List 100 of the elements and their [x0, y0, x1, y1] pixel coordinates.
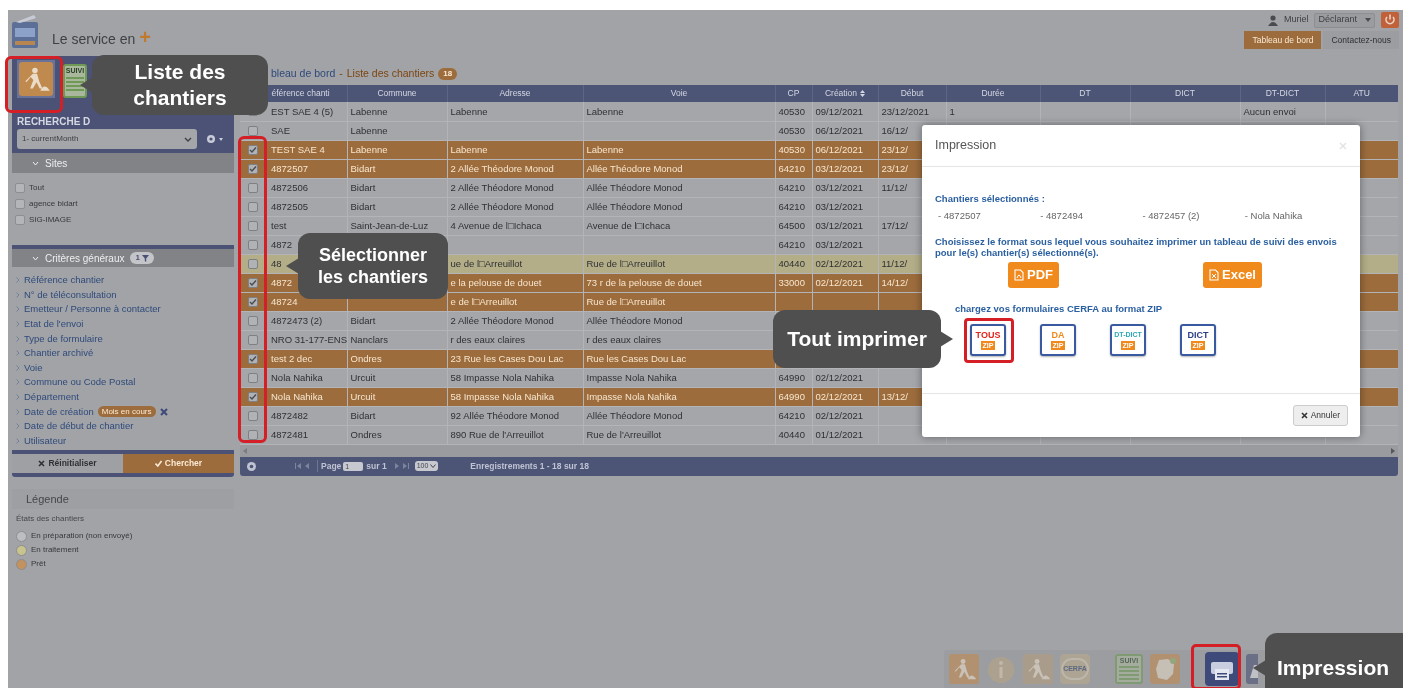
- settings-icon[interactable]: [205, 133, 225, 145]
- nav-tab[interactable]: Tableau de bord: [1244, 31, 1322, 49]
- highlight-frame: [5, 56, 63, 113]
- table-cell: 48724: [271, 296, 298, 307]
- role-select[interactable]: Déclarant: [1314, 12, 1375, 28]
- table-cell: 03/12/2021: [815, 201, 864, 212]
- table-cell: 11/12/: [881, 258, 908, 269]
- checkbox[interactable]: [248, 239, 258, 250]
- criteria-link[interactable]: N° de téléconsultation: [24, 287, 117, 302]
- search-button[interactable]: Chercher: [123, 454, 234, 473]
- table-cell: 33000: [778, 277, 805, 288]
- criteria-link[interactable]: Etat de l'envoi: [24, 316, 84, 332]
- criteria-link[interactable]: Date de début de chantier: [24, 419, 134, 434]
- table-cell: Aucun envoi: [1243, 105, 1296, 117]
- table-row[interactable]: EST SAE 4 (5) Labenne Labenne Labenne 40530 09/12/2021 23/12/2021 1 Aucun envoi: [240, 102, 1398, 121]
- table-cell: 64210: [778, 201, 805, 212]
- criteria-link[interactable]: Emetteur / Personne à contacter: [24, 302, 161, 317]
- table-cell: 03/12/2021: [815, 182, 864, 193]
- page-label: Page: [317, 459, 342, 473]
- table-cell: 2 Allée Théodore Monod: [450, 182, 554, 193]
- worker-icon[interactable]: [19, 62, 53, 96]
- table-cell: Bidart: [350, 163, 376, 174]
- table-cell: r des eaux claires: [586, 334, 661, 345]
- criteria-tag: Mois en cours: [97, 406, 156, 418]
- power-icon[interactable]: [1381, 12, 1399, 28]
- filter-icon: [141, 254, 149, 262]
- last-page-icon[interactable]: [392, 463, 409, 469]
- map-icon[interactable]: [1150, 654, 1180, 684]
- checkbox[interactable]: [248, 392, 258, 402]
- checkbox[interactable]: [248, 297, 258, 307]
- table-cell: 64210: [778, 182, 805, 193]
- close-icon[interactable]: [159, 407, 168, 416]
- checkbox[interactable]: [248, 315, 258, 326]
- table-cell: e la pelouse de douet: [450, 277, 542, 288]
- site-label: Tout: [29, 182, 45, 194]
- file-icon: [1209, 268, 1219, 281]
- checkbox[interactable]: [248, 334, 258, 345]
- check-icon: [154, 460, 162, 467]
- table-cell: Allée Théodore Monod: [586, 410, 683, 421]
- info-icon[interactable]: [986, 654, 1016, 684]
- table-cell: e de l□Arreuillot: [450, 296, 517, 307]
- first-page-icon[interactable]: [295, 463, 311, 469]
- table-cell: 03/12/2021: [815, 163, 864, 174]
- add-worker-icon[interactable]: [949, 654, 979, 684]
- table-cell: 4872482: [271, 410, 308, 421]
- checkbox[interactable]: [248, 164, 258, 174]
- criteria-link[interactable]: Date de création: [24, 404, 94, 419]
- table-cell: 890 Rue de l'Arreuillot: [450, 429, 544, 440]
- checkbox[interactable]: [248, 182, 258, 193]
- callout-pointer: [80, 77, 93, 93]
- table-cell: 4872: [271, 239, 293, 250]
- checkbox[interactable]: [248, 220, 258, 231]
- table-cell: r des eaux claires: [450, 334, 525, 345]
- table-cell: Allée Théodore Monod: [586, 182, 683, 193]
- scroll-right-icon[interactable]: [1391, 447, 1395, 454]
- nav-tab[interactable]: Contactez-nous: [1323, 31, 1399, 49]
- table-cell: 64990: [778, 391, 805, 402]
- table-cell: Bidart: [350, 315, 376, 326]
- checkbox[interactable]: [248, 125, 258, 136]
- checkbox[interactable]: [248, 410, 258, 421]
- criteria-link[interactable]: Utilisateur: [24, 433, 67, 448]
- checkbox[interactable]: [248, 258, 258, 269]
- table-cell: 58 Impasse Nola Nahika: [450, 391, 554, 402]
- filter-select[interactable]: 1- currentMonth: [17, 129, 197, 149]
- criteria-link[interactable]: Voie: [24, 360, 43, 375]
- criteria-link[interactable]: Référence chantier: [24, 273, 105, 288]
- checkbox[interactable]: [248, 372, 258, 383]
- chevron-down-icon: [32, 160, 39, 166]
- breadcrumb-link[interactable]: bleau de bord: [271, 65, 336, 82]
- criteria-link[interactable]: Commune ou Code Postal: [24, 375, 136, 390]
- checkbox[interactable]: [15, 215, 25, 225]
- table-cell: TEST SAE 4: [271, 144, 325, 155]
- checkbox[interactable]: [248, 278, 258, 288]
- table-cell: Nanclars: [350, 334, 388, 345]
- legend-label: En préparation (non envoyé): [31, 530, 133, 542]
- checkbox[interactable]: [248, 145, 258, 155]
- table-cell: 40530: [778, 125, 805, 136]
- checkbox[interactable]: [248, 201, 258, 212]
- checkbox[interactable]: [15, 199, 25, 209]
- criteria-link[interactable]: Chantier archivé: [24, 346, 94, 361]
- table-cell: 73 r de la pelouse de douet: [586, 277, 702, 288]
- criteria-link[interactable]: Type de formulaire: [24, 331, 103, 346]
- criteria-link[interactable]: Département: [24, 389, 79, 405]
- checkbox[interactable]: [248, 429, 258, 440]
- sort-icon: [860, 90, 866, 98]
- table-cell: 4872481: [271, 429, 308, 440]
- table-cell: 64500: [778, 220, 805, 231]
- table-cell: 02/12/2021: [815, 410, 864, 421]
- cancel-button[interactable]: Annuler: [1292, 405, 1348, 426]
- settings-icon[interactable]: [246, 460, 257, 472]
- worker-icon[interactable]: [1023, 654, 1053, 684]
- checkbox[interactable]: [248, 354, 258, 364]
- user-icon: [1267, 14, 1278, 26]
- checkbox[interactable]: [15, 183, 25, 193]
- highlight-frame: [964, 318, 1014, 363]
- site-label: agence bidart: [29, 198, 78, 210]
- logo[interactable]: [12, 14, 38, 48]
- callout-pointer: [286, 258, 299, 274]
- printer-icon[interactable]: [1205, 652, 1239, 686]
- table-cell: Ondres: [350, 429, 382, 440]
